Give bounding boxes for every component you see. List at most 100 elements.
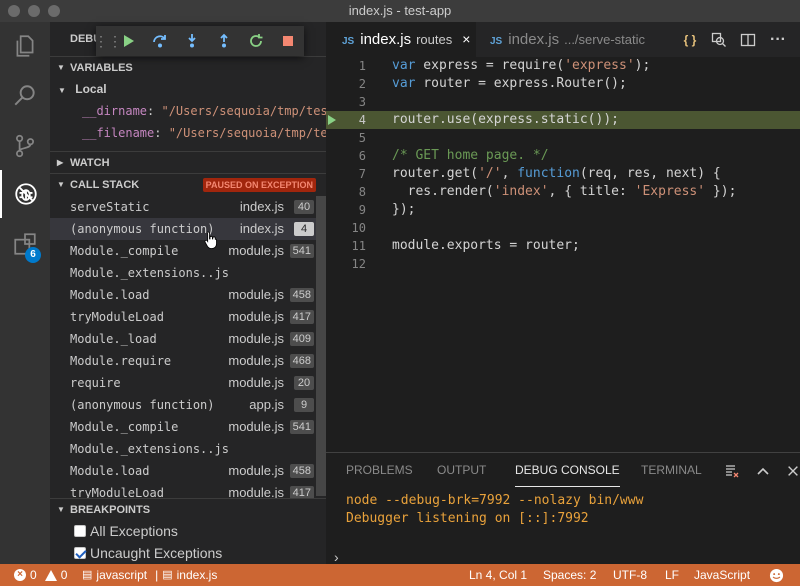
close-icon <box>788 466 798 476</box>
expanded-chevron-icon: ▼ <box>58 86 66 95</box>
code-line[interactable]: 1 var express = require('express'); <box>326 57 800 75</box>
uncaught-exceptions-checkbox[interactable] <box>74 547 86 559</box>
call-stack-frame[interactable]: Module._load module.js 409 <box>50 328 316 350</box>
breakpoints-section-header[interactable]: ▼ BREAKPOINTS <box>50 498 326 520</box>
code-line[interactable]: 12 <box>326 255 800 273</box>
continue-button[interactable] <box>118 31 138 51</box>
tab-index-serve-static[interactable]: JS index.js .../serve-static <box>476 22 652 57</box>
call-stack-frame[interactable]: Module._extensions..js <box>50 438 316 460</box>
explorer-button[interactable] <box>0 22 50 70</box>
open-changes-button[interactable] <box>709 30 729 50</box>
close-panel-button[interactable] <box>784 462 800 480</box>
frame-line-badge: 409 <box>289 332 314 346</box>
clear-console-button[interactable] <box>723 462 741 480</box>
code-line[interactable]: 5 <box>326 129 800 147</box>
warning-count: 0 <box>60 568 68 582</box>
files-icon <box>16 35 34 57</box>
breakpoints-header-label: BREAKPOINTS <box>70 504 151 516</box>
extensions-button[interactable]: 6 <box>0 220 50 268</box>
call-stack-frame[interactable]: Module._extensions..js <box>50 262 316 284</box>
call-stack-frame[interactable]: (anonymous function) index.js 4 <box>50 218 316 240</box>
search-button[interactable] <box>0 72 50 120</box>
call-stack-frame[interactable]: serveStatic index.js 40 <box>50 196 316 218</box>
variables-scope-local[interactable]: ▼ Local <box>50 78 326 100</box>
call-stack-frame[interactable]: (anonymous function) app.js 9 <box>50 394 316 416</box>
all-exceptions-checkbox[interactable] <box>74 525 86 537</box>
tab-close-icon[interactable]: × <box>462 31 470 47</box>
smiley-icon <box>769 568 784 582</box>
encoding-status[interactable]: UTF-8 <box>613 564 647 586</box>
call-stack-frame[interactable]: tryModuleLoad module.js 417 <box>50 306 316 328</box>
debug-file-label: index.js <box>176 568 218 582</box>
call-stack-section-header[interactable]: ▼ CALL STACK PAUSED ON EXCEPTION <box>50 173 326 195</box>
zoom-window-button[interactable] <box>48 5 60 17</box>
no-bug-icon <box>15 183 37 205</box>
continue-icon <box>124 35 134 47</box>
code-line[interactable]: 6 /* GET home page. */ <box>326 147 800 165</box>
variable-row[interactable]: __filename: "/Users/sequoia/tmp/test-app… <box>50 122 326 144</box>
tab-terminal[interactable]: TERMINAL <box>641 453 702 488</box>
code-token: ); <box>634 58 651 73</box>
more-actions-icon[interactable]: ··· <box>768 30 788 50</box>
call-stack-frame[interactable]: Module.load module.js 458 <box>50 284 316 306</box>
code-editor[interactable]: 1 var express = require('express'); 2 var r… <box>326 57 800 452</box>
frame-file: module.js <box>228 463 284 478</box>
call-stack-scrollbar[interactable] <box>316 196 326 496</box>
line-number: 4 <box>358 113 366 127</box>
code-line[interactable]: 7 router.get('/', function(req, res, next… <box>326 165 800 183</box>
tab-debug-console[interactable]: DEBUG CONSOLE <box>515 453 620 487</box>
source-control-button[interactable] <box>0 122 50 170</box>
call-stack-frame[interactable]: Module._compile module.js 541 <box>50 240 316 262</box>
code-line[interactable]: 9}); <box>326 201 800 219</box>
call-stack-frame[interactable]: Module.require module.js 468 <box>50 350 316 372</box>
console-prompt[interactable]: › <box>334 549 339 565</box>
problems-status[interactable]: × 0 0 <box>14 564 67 586</box>
step-over-icon <box>153 35 166 48</box>
stop-button[interactable] <box>278 31 298 51</box>
variables-section-header[interactable]: ▼ VARIABLES <box>50 56 326 78</box>
watch-section-header[interactable]: ▶ WATCH <box>50 151 326 173</box>
line-number: 1 <box>358 59 366 73</box>
code-line[interactable]: 4 router.use(express.static()); <box>326 111 800 129</box>
line-number: 5 <box>358 131 366 145</box>
frame-function: (anonymous function) <box>70 222 215 236</box>
code-line[interactable]: 10 <box>326 219 800 237</box>
frame-line-badge: 541 <box>289 420 314 434</box>
search-icon <box>14 85 35 106</box>
close-window-button[interactable] <box>8 5 20 17</box>
status-bar: × 0 0 ▤ javascript | ▤ index.js Ln 4, Co… <box>0 564 800 586</box>
restart-button[interactable] <box>246 31 266 51</box>
indentation-status[interactable]: Spaces: 2 <box>543 564 596 586</box>
cursor-position[interactable]: Ln 4, Col 1 <box>469 564 527 586</box>
debug-config-status[interactable]: ▤ javascript | ▤ index.js <box>82 564 217 586</box>
json-braces-icon[interactable]: { } <box>680 30 700 50</box>
variable-row[interactable]: __dirname: "/Users/sequoia/tmp/test-app/… <box>50 100 326 122</box>
drag-handle-icon[interactable]: ⋮⋮ <box>94 31 122 51</box>
step-over-button[interactable] <box>150 31 170 51</box>
maximize-panel-button[interactable] <box>754 462 772 480</box>
eol-status[interactable]: LF <box>665 564 679 586</box>
tab-output[interactable]: OUTPUT <box>437 453 486 488</box>
javascript-file-icon: JS <box>490 36 503 47</box>
step-into-button[interactable] <box>182 31 202 51</box>
line-number: 2 <box>358 77 366 91</box>
code-line[interactable]: 2 var router = express.Router(); <box>326 75 800 93</box>
feedback-button[interactable] <box>769 564 784 586</box>
tab-index-routes[interactable]: JS index.js routes × <box>326 22 476 57</box>
code-text: res.render('index', { title: 'Express' }… <box>392 183 737 201</box>
code-line[interactable]: 11 module.exports = router; <box>326 237 800 255</box>
code-line[interactable]: 3 <box>326 93 800 111</box>
title-bar: index.js - test-app <box>0 0 800 22</box>
debug-button[interactable] <box>0 170 50 218</box>
scope-label: Local <box>75 82 107 96</box>
minimize-window-button[interactable] <box>28 5 40 17</box>
call-stack-frame[interactable]: Module._compile module.js 541 <box>50 416 316 438</box>
language-mode-status[interactable]: JavaScript <box>694 564 750 586</box>
tab-problems[interactable]: PROBLEMS <box>346 453 413 488</box>
code-line[interactable]: 8 res.render('index', { title: 'Express'… <box>326 183 800 201</box>
step-out-button[interactable] <box>214 31 234 51</box>
split-editor-button[interactable] <box>738 30 758 50</box>
call-stack-frame[interactable]: Module.load module.js 458 <box>50 460 316 482</box>
call-stack-frame[interactable]: require module.js 20 <box>50 372 316 394</box>
frame-file: index.js <box>239 199 284 214</box>
